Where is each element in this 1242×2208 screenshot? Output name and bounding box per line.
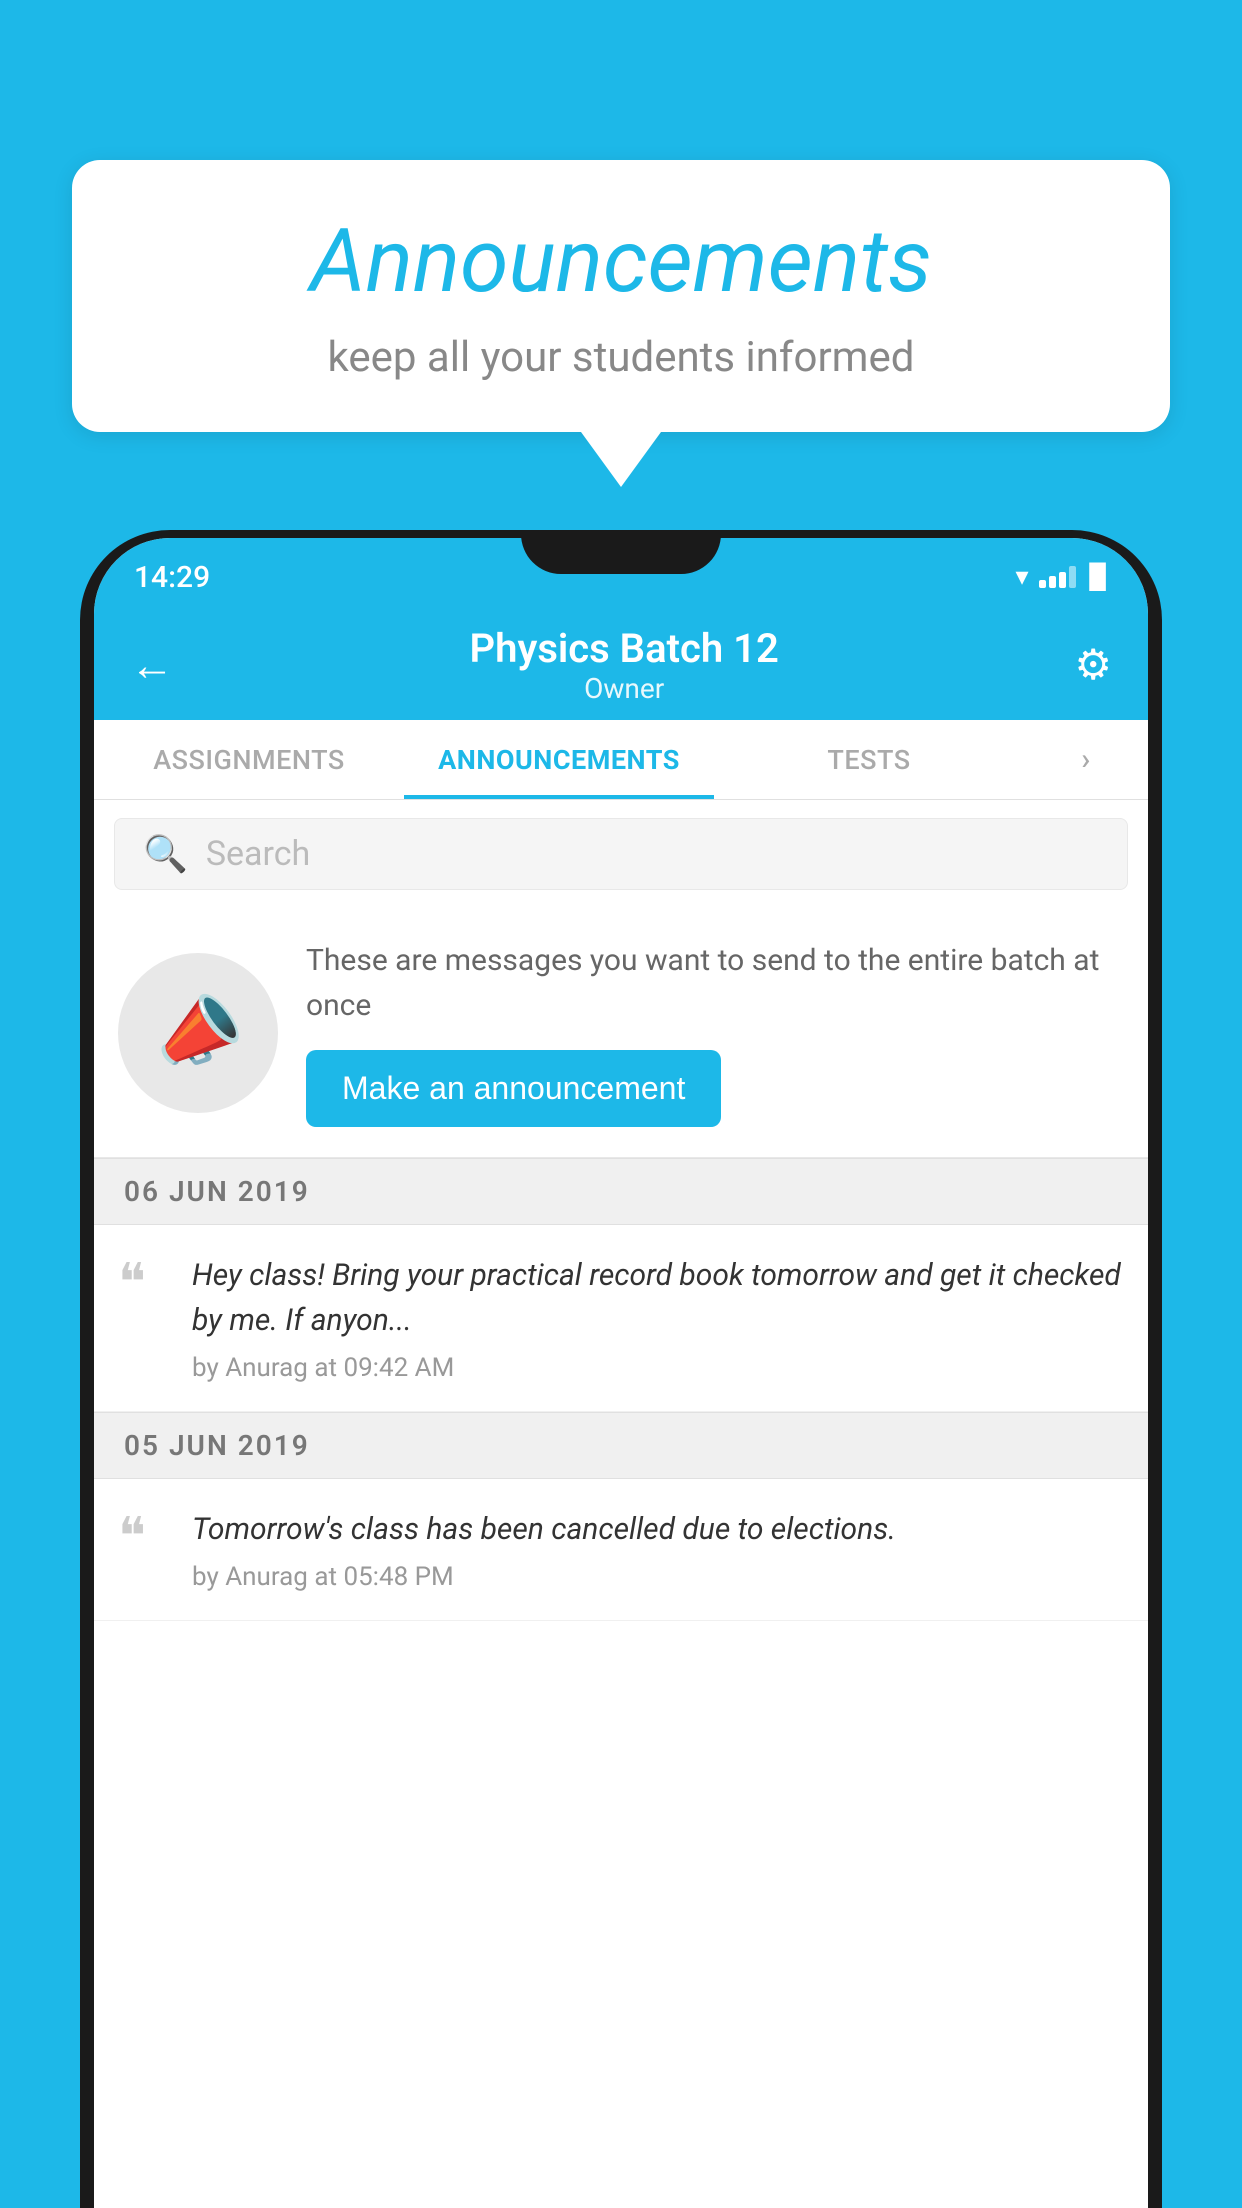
quote-icon-2: ❝ xyxy=(118,1511,168,1563)
announcement-content-2: Tomorrow's class has been cancelled due … xyxy=(192,1507,1124,1592)
tab-tests[interactable]: TESTS xyxy=(714,720,1024,799)
speech-bubble-arrow xyxy=(581,432,661,487)
announcement-meta-2: by Anurag at 05:48 PM xyxy=(192,1562,1124,1592)
signal-icon xyxy=(1039,566,1076,588)
settings-icon[interactable]: ⚙ xyxy=(1074,640,1112,690)
announcement-content-1: Hey class! Bring your practical record b… xyxy=(192,1253,1124,1383)
header-center: Physics Batch 12 Owner xyxy=(470,625,779,705)
speech-bubble-title: Announcements xyxy=(132,210,1110,313)
phone-frame: 14:29 ▾ ▉ ← Physics Batch 12 Owner ⚙ xyxy=(80,530,1162,2208)
quote-icon-1: ❝ xyxy=(118,1257,168,1309)
promo-icon-circle: 📣 xyxy=(118,953,278,1113)
status-icons: ▾ ▉ xyxy=(1015,556,1108,592)
tab-more[interactable]: › xyxy=(1024,720,1148,799)
tab-announcements[interactable]: ANNOUNCEMENTS xyxy=(404,720,714,799)
app-header: ← Physics Batch 12 Owner ⚙ xyxy=(94,610,1148,720)
promo-description: These are messages you want to send to t… xyxy=(306,938,1124,1028)
announcement-meta-1: by Anurag at 09:42 AM xyxy=(192,1353,1124,1383)
announcement-promo: 📣 These are messages you want to send to… xyxy=(94,908,1148,1158)
speech-bubble-subtitle: keep all your students informed xyxy=(132,333,1110,382)
announcement-item-1[interactable]: ❝ Hey class! Bring your practical record… xyxy=(94,1225,1148,1412)
search-icon: 🔍 xyxy=(143,833,188,875)
battery-icon: ▉ xyxy=(1090,563,1108,591)
header-subtitle: Owner xyxy=(470,672,779,705)
wifi-icon: ▾ xyxy=(1015,562,1028,592)
header-title: Physics Batch 12 xyxy=(470,625,779,672)
search-container: 🔍 Search xyxy=(94,800,1148,908)
tab-assignments[interactable]: ASSIGNMENTS xyxy=(94,720,404,799)
megaphone-icon: 📣 xyxy=(144,980,253,1085)
date-divider-1: 06 JUN 2019 xyxy=(94,1158,1148,1225)
status-time: 14:29 xyxy=(134,554,210,595)
tabs-bar: ASSIGNMENTS ANNOUNCEMENTS TESTS › xyxy=(94,720,1148,800)
phone-notch xyxy=(521,530,721,574)
search-bar[interactable]: 🔍 Search xyxy=(114,818,1128,890)
announcement-item-2[interactable]: ❝ Tomorrow's class has been cancelled du… xyxy=(94,1479,1148,1621)
announcement-text-2: Tomorrow's class has been cancelled due … xyxy=(192,1507,1124,1552)
speech-bubble-section: Announcements keep all your students inf… xyxy=(72,160,1170,487)
speech-bubble-card: Announcements keep all your students inf… xyxy=(72,160,1170,432)
promo-content: These are messages you want to send to t… xyxy=(306,938,1124,1127)
back-button[interactable]: ← xyxy=(130,639,174,691)
search-placeholder: Search xyxy=(206,834,310,874)
date-divider-2: 05 JUN 2019 xyxy=(94,1412,1148,1479)
phone-screen: 14:29 ▾ ▉ ← Physics Batch 12 Owner ⚙ xyxy=(94,538,1148,2208)
make-announcement-button[interactable]: Make an announcement xyxy=(306,1050,721,1127)
announcement-text-1: Hey class! Bring your practical record b… xyxy=(192,1253,1124,1343)
